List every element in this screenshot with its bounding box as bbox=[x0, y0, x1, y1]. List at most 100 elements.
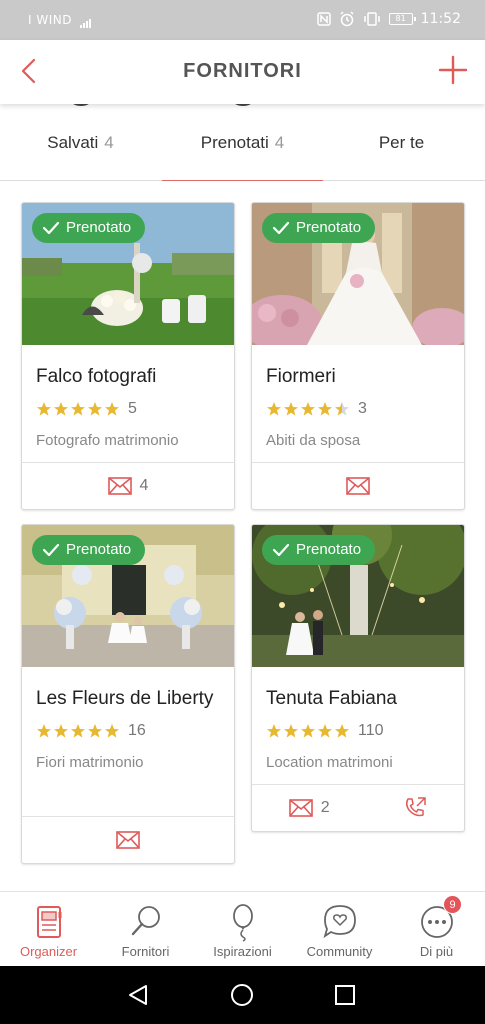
star-icon bbox=[267, 402, 281, 416]
vendor-photo: Prenotato bbox=[22, 203, 234, 345]
nav-organizer[interactable]: Organizer bbox=[0, 892, 97, 967]
badge-label: Prenotato bbox=[296, 541, 362, 558]
vendor-photo: Prenotato bbox=[22, 525, 234, 667]
add-vendor-icon[interactable] bbox=[437, 54, 469, 86]
vendor-category: Abiti da sposa bbox=[266, 432, 361, 449]
vibrate-icon bbox=[363, 12, 380, 26]
call-button[interactable] bbox=[403, 796, 427, 820]
star-icon bbox=[318, 724, 332, 738]
booked-badge: Prenotato bbox=[32, 213, 146, 243]
bottom-nav: Organizer Fornitori Ispirazioni Communit… bbox=[0, 891, 485, 966]
tab-count: 4 bbox=[104, 133, 114, 152]
vendor-rating: 16 bbox=[22, 719, 234, 743]
card-actions bbox=[252, 462, 464, 509]
mail-icon bbox=[288, 799, 313, 817]
carrier-label: I WIND bbox=[28, 13, 92, 28]
card-actions bbox=[22, 816, 234, 863]
message-count: 2 bbox=[320, 799, 330, 816]
star-icon bbox=[37, 724, 51, 738]
vendor-card[interactable]: Prenotato Fiormeri 3 Abiti da sposa bbox=[251, 202, 465, 510]
star-icon bbox=[284, 402, 298, 416]
vendor-name: Falco fotografi bbox=[36, 366, 157, 387]
vendor-rating: 3 bbox=[252, 397, 464, 421]
review-count: 110 bbox=[358, 722, 384, 739]
star-icon bbox=[88, 724, 102, 738]
nav-label: Di più bbox=[419, 944, 454, 959]
vendor-category: Fiori matrimonio bbox=[36, 754, 144, 771]
alarm-icon bbox=[340, 11, 354, 27]
star-rating bbox=[266, 723, 350, 739]
star-icon bbox=[71, 724, 85, 738]
nav-fornitori[interactable]: Fornitori bbox=[97, 892, 194, 967]
star-rating bbox=[36, 401, 120, 417]
vendor-name: Tenuta Fabiana bbox=[266, 688, 397, 709]
vendor-rating: 110 bbox=[252, 719, 464, 743]
star-icon bbox=[301, 402, 315, 416]
nav-label: Community bbox=[306, 944, 373, 959]
system-nav-bar bbox=[0, 966, 485, 1024]
mail-icon bbox=[116, 831, 140, 849]
star-icon bbox=[301, 724, 315, 738]
vendor-rating: 5 bbox=[22, 397, 234, 421]
mail-icon bbox=[107, 477, 132, 495]
vendor-card[interactable]: Prenotato Tenuta Fabiana 110 Location ma… bbox=[251, 524, 465, 832]
nav-label: Organizer bbox=[19, 944, 78, 959]
check-icon bbox=[42, 543, 60, 557]
notification-badge: 9 bbox=[443, 895, 462, 914]
system-back-icon[interactable] bbox=[126, 982, 152, 1008]
review-count: 16 bbox=[128, 722, 146, 739]
balloon-icon bbox=[232, 904, 253, 942]
tab-per-te[interactable]: Per te bbox=[324, 90, 485, 181]
booked-badge: Prenotato bbox=[262, 535, 376, 565]
badge-label: Prenotato bbox=[66, 219, 132, 236]
check-icon bbox=[272, 543, 290, 557]
badge-label: Prenotato bbox=[296, 219, 362, 236]
star-icon bbox=[37, 402, 51, 416]
badge-label: Prenotato bbox=[66, 541, 132, 558]
vendor-name: Fiormeri bbox=[266, 366, 336, 387]
tab-prenotati[interactable]: Prenotati 4 bbox=[162, 90, 323, 182]
nav-label: Ispirazioni bbox=[213, 944, 272, 959]
page-title: FORNITORI bbox=[183, 60, 302, 82]
star-icon bbox=[54, 402, 68, 416]
tab-label: Per te bbox=[378, 133, 425, 152]
message-button[interactable] bbox=[116, 831, 140, 849]
nav-ispirazioni[interactable]: Ispirazioni bbox=[194, 892, 291, 967]
nav-di-piu[interactable]: 9 Di più bbox=[388, 892, 485, 967]
card-actions: 2 bbox=[252, 784, 464, 831]
review-count: 3 bbox=[358, 400, 367, 417]
tab-label: Prenotati bbox=[200, 133, 269, 152]
nav-community[interactable]: Community bbox=[291, 892, 388, 967]
message-count: 4 bbox=[139, 477, 149, 494]
message-button[interactable] bbox=[346, 477, 370, 495]
vendor-photo: Prenotato bbox=[252, 203, 464, 345]
vendor-card[interactable]: Prenotato Falco fotografi 5 Fotografo ma… bbox=[21, 202, 235, 510]
system-recents-icon[interactable] bbox=[332, 982, 358, 1008]
mail-icon bbox=[346, 477, 370, 495]
nfc-icon bbox=[316, 12, 331, 26]
organizer-icon bbox=[36, 906, 61, 938]
star-rating bbox=[266, 401, 350, 417]
tab-bar: Salvati 4 Prenotati 4 Per te bbox=[0, 90, 485, 182]
vendor-name: Les Fleurs de Liberty bbox=[36, 688, 214, 709]
star-icon bbox=[267, 724, 281, 738]
chat-heart-icon bbox=[322, 905, 356, 939]
status-bar: I WIND 81 11:52 bbox=[0, 0, 485, 40]
star-icon bbox=[335, 402, 349, 416]
review-count: 5 bbox=[128, 400, 137, 417]
star-icon bbox=[335, 724, 349, 738]
system-home-icon[interactable] bbox=[229, 982, 255, 1008]
app-header: FORNITORI bbox=[0, 40, 485, 104]
message-button[interactable]: 2 bbox=[288, 799, 330, 817]
star-rating bbox=[36, 723, 120, 739]
tab-salvati[interactable]: Salvati 4 bbox=[0, 90, 161, 181]
star-icon bbox=[284, 724, 298, 738]
message-button[interactable]: 4 bbox=[107, 477, 149, 495]
search-icon bbox=[131, 906, 160, 936]
battery-icon: 81 bbox=[388, 13, 416, 25]
tab-count: 4 bbox=[274, 133, 285, 152]
star-icon bbox=[54, 724, 68, 738]
star-icon bbox=[105, 402, 119, 416]
card-actions: 4 bbox=[22, 462, 234, 509]
vendor-card[interactable]: Prenotato Les Fleurs de Liberty 16 Fiori… bbox=[21, 524, 235, 864]
